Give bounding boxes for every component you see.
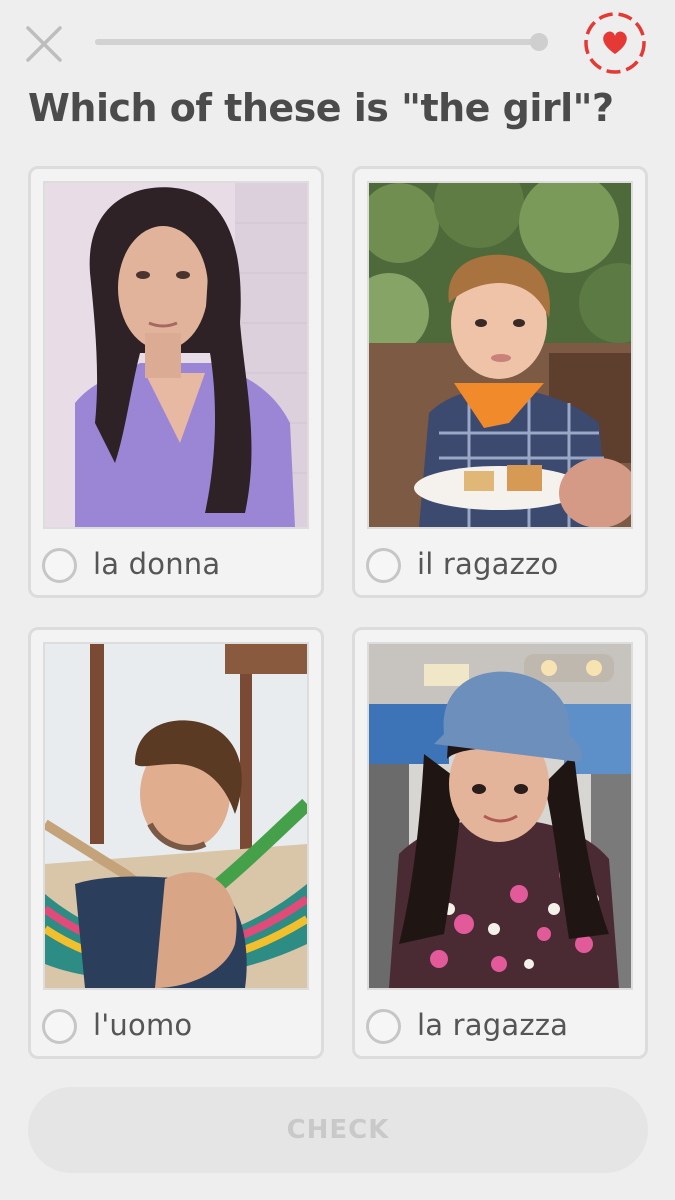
choice-card-il-ragazzo[interactable]: il ragazzo (352, 166, 648, 598)
radio-il-ragazzo[interactable] (366, 548, 401, 583)
check-button[interactable]: CHECK (28, 1087, 648, 1173)
radio-la-ragazza[interactable] (366, 1009, 401, 1044)
choice-photo (43, 181, 309, 529)
girl-photo (369, 644, 631, 988)
boy-photo (369, 183, 631, 527)
choice-photo (367, 642, 633, 990)
heart-icon (584, 12, 646, 74)
close-button[interactable] (24, 24, 64, 64)
woman-photo (45, 183, 307, 527)
choice-label: la donna (93, 547, 221, 581)
choice-label: la ragazza (417, 1008, 569, 1042)
progress-knob (530, 33, 548, 51)
top-bar (0, 0, 675, 90)
choice-card-la-ragazza[interactable]: la ragazza (352, 627, 648, 1059)
close-icon (26, 26, 62, 62)
choice-card-l-uomo[interactable]: l'uomo (28, 627, 324, 1059)
choice-label: il ragazzo (417, 547, 559, 581)
choice-photo (367, 181, 633, 529)
choice-card-la-donna[interactable]: la donna (28, 166, 324, 598)
radio-la-donna[interactable] (42, 548, 77, 583)
choice-label: l'uomo (93, 1008, 193, 1042)
lesson-progress-bar (95, 33, 548, 51)
choice-photo (43, 642, 309, 990)
progress-fill (95, 33, 548, 51)
question-title: Which of these is "the girl"? (28, 86, 614, 130)
hearts-button[interactable] (582, 10, 648, 76)
radio-l-uomo[interactable] (42, 1009, 77, 1044)
man-photo (45, 644, 307, 988)
